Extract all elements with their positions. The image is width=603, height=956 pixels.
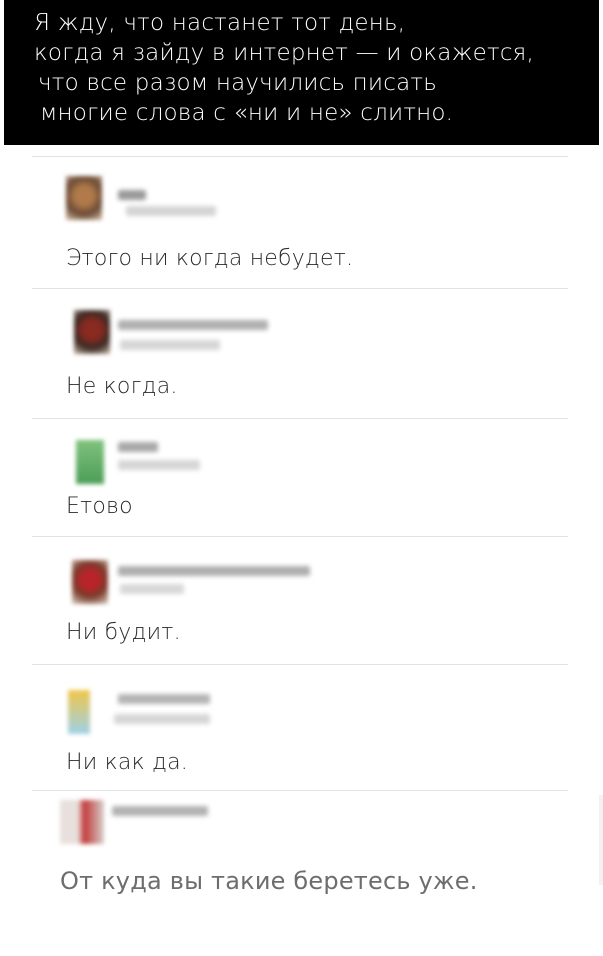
caption-line-2: когда я зайду в интернет — и окажется, [34,40,534,66]
divider [32,156,568,157]
username-blurred [118,190,146,200]
comment-text: Ни как да. [66,750,189,775]
avatar [74,310,110,354]
comment-text: Етово [66,494,133,519]
caption-line-4: многие слова с «ни и не» слитно. [40,100,454,126]
comment-text: От куда вы такие беретесь уже. [60,867,478,895]
avatar [76,440,104,484]
username-blurred [118,694,210,704]
divider [32,288,568,289]
divider [32,790,568,791]
caption-line-3: что все разом научились писать [38,70,437,96]
divider [32,536,568,537]
caption-banner: Я жду, что настанет тот день, когда я за… [4,0,599,145]
timestamp-blurred [126,206,216,216]
timestamp-blurred [114,714,210,724]
avatar [60,800,104,844]
divider [32,664,568,665]
comment-text: Этого ни когда небудет. [66,246,354,271]
comment-text: Не когда. [66,374,178,399]
caption-line-1: Я жду, что настанет тот день, [34,10,406,36]
timestamp-blurred [118,460,200,470]
right-edge-strip [599,795,603,885]
timestamp-blurred [120,340,220,350]
avatar [66,176,102,220]
comment-text: Ни будит. [66,620,181,645]
avatar [72,560,108,604]
timestamp-blurred [120,584,184,594]
username-blurred [112,806,208,816]
username-blurred [118,320,268,330]
divider [32,418,568,419]
username-blurred [118,566,310,576]
avatar [68,690,90,734]
username-blurred [118,442,158,452]
